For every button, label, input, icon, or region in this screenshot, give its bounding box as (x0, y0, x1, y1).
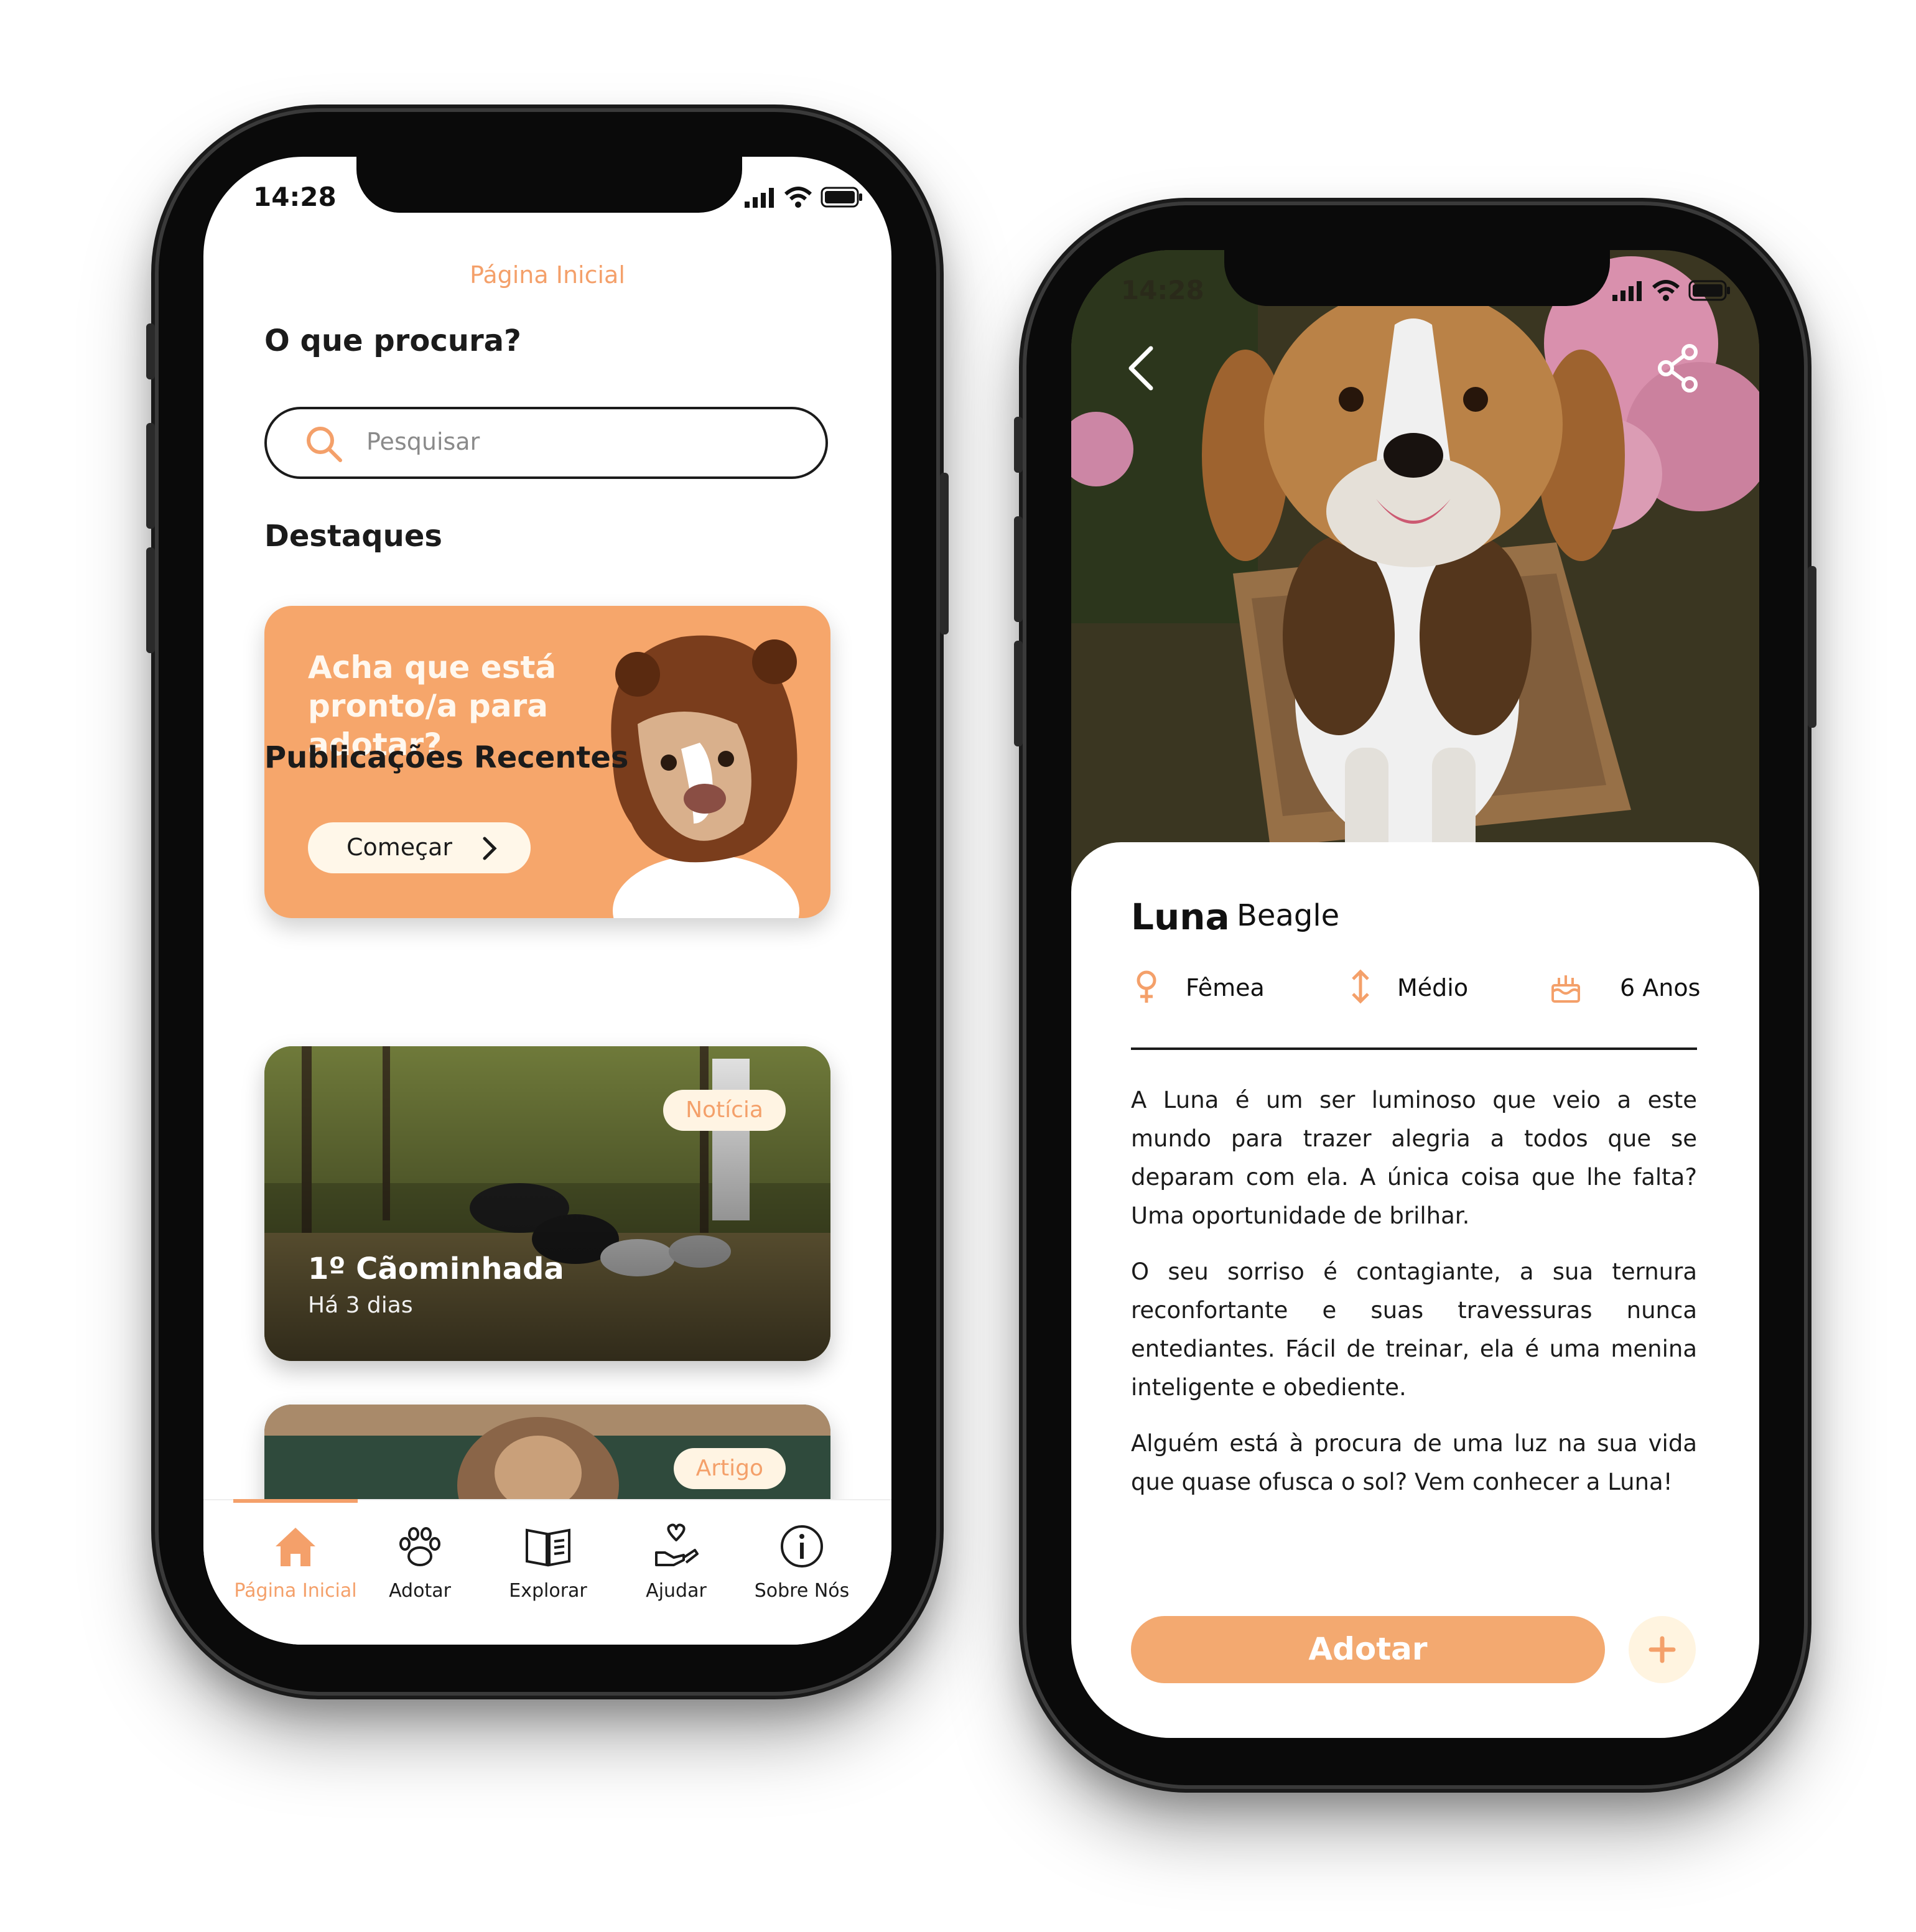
female-icon (1137, 970, 1156, 1003)
description-paragraph: O seu sorriso é contagiante, a sua ternu… (1131, 1258, 1697, 1401)
notch (1224, 250, 1610, 306)
status-time: 14:28 (1121, 275, 1204, 305)
post-card[interactable]: Notícia 1º Cãominhada Há 3 dias (264, 1046, 830, 1361)
signal-icon (1612, 281, 1642, 301)
add-button[interactable] (1629, 1616, 1696, 1683)
size-arrows-icon (1352, 969, 1369, 1004)
search-input[interactable]: Pesquisar (264, 407, 828, 479)
wifi-icon (784, 187, 812, 208)
battery-icon (1688, 280, 1730, 301)
tab-label: Página Inicial (234, 1580, 357, 1602)
phone-home: 14:28 Página Inicial O que procura? Pesq… (146, 112, 949, 1692)
notch (356, 157, 742, 213)
search-heading: O que procura? (264, 323, 521, 358)
power-button (1808, 566, 1816, 728)
highlights-heading: Destaques (264, 519, 442, 554)
tab-adopt[interactable]: Adotar (358, 1500, 482, 1645)
home-icon (276, 1528, 315, 1566)
status-icons (1612, 280, 1731, 301)
power-button (940, 473, 949, 634)
tab-explore[interactable]: Explorar (486, 1500, 610, 1645)
phone-detail: 14:28 Luna Beagle Fêmea Médio 6 Anos A L… (1014, 205, 1816, 1785)
pet-info-sheet: Luna Beagle Fêmea Médio 6 Anos A Luna é … (1071, 842, 1759, 1738)
pet-name: Luna (1131, 896, 1230, 938)
search-placeholder: Pesquisar (366, 428, 480, 455)
book-icon (526, 1528, 570, 1567)
paw-icon (399, 1527, 440, 1566)
volume-up-button (1014, 516, 1023, 622)
mute-switch (1014, 417, 1023, 473)
post-title: 1º Cãominhada (308, 1252, 564, 1286)
heart-hand-icon (655, 1523, 699, 1566)
volume-up-button (146, 423, 155, 529)
size-label: Médio (1397, 974, 1469, 1001)
tab-home[interactable]: Página Inicial (233, 1500, 358, 1645)
status-icons (745, 187, 863, 208)
search-icon (307, 427, 342, 462)
tab-label: Explorar (509, 1580, 587, 1602)
gender-label: Fêmea (1186, 974, 1265, 1001)
volume-down-button (146, 547, 155, 653)
share-icon[interactable] (1656, 343, 1701, 393)
tab-about[interactable]: Sobre Nós (740, 1500, 864, 1645)
chevron-right-icon (483, 837, 497, 860)
page-title: Página Inicial (470, 261, 625, 289)
divider (1131, 1047, 1697, 1050)
mute-switch (146, 323, 155, 379)
tab-label: Adotar (389, 1580, 451, 1602)
battery-icon (821, 187, 862, 208)
adopt-button[interactable]: Adotar (1131, 1616, 1605, 1683)
tab-label: Sobre Nós (754, 1580, 850, 1602)
wifi-icon (1652, 280, 1680, 301)
start-button-label: Começar (346, 834, 452, 861)
age-label: 6 Anos (1620, 974, 1701, 1001)
tab-help[interactable]: Ajudar (614, 1500, 738, 1645)
pet-breed: Beagle (1237, 898, 1340, 933)
back-chevron-icon[interactable] (1123, 343, 1161, 393)
adopt-button-label: Adotar (1308, 1631, 1428, 1667)
tab-label: Ajudar (646, 1580, 707, 1602)
pet-detail-screen: 14:28 Luna Beagle Fêmea Médio 6 Anos A L… (1071, 250, 1759, 1738)
volume-down-button (1014, 641, 1023, 746)
description-paragraph: Alguém está à procura de uma luz na sua … (1131, 1430, 1697, 1495)
post-date: Há 3 dias (308, 1293, 413, 1318)
home-screen: 14:28 Página Inicial O que procura? Pesq… (203, 157, 891, 1645)
start-button[interactable]: Começar (308, 822, 531, 873)
cake-icon (1551, 975, 1580, 1003)
plus-icon (1649, 1636, 1676, 1663)
recent-heading: Publicações Recentes (264, 740, 629, 775)
signal-icon (745, 188, 774, 208)
post-tag: Notícia (663, 1090, 786, 1131)
tab-bar: Página Inicial Adotar Explorar Ajudar So… (203, 1499, 891, 1645)
post-tag: Artigo (673, 1448, 786, 1489)
description-paragraph: A Luna é um ser luminoso que veio a este… (1131, 1087, 1697, 1229)
info-icon (781, 1525, 823, 1567)
status-time: 14:28 (253, 182, 337, 212)
